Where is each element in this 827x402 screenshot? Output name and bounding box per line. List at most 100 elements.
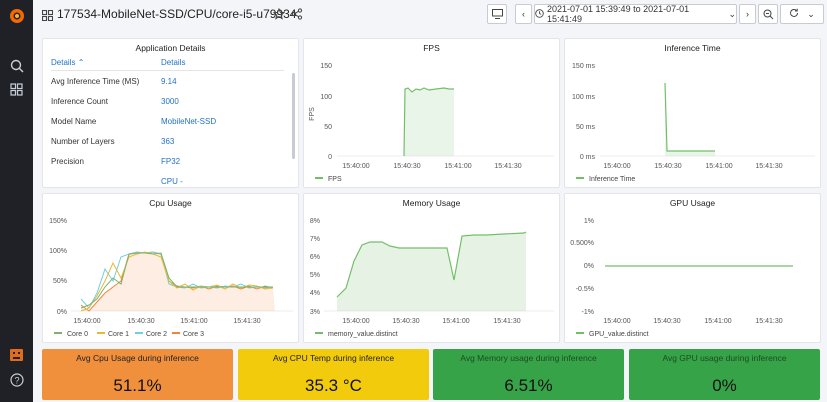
- legend-label: Core 3: [183, 331, 204, 338]
- x-tick-label: 15:40:30: [392, 318, 419, 325]
- y-tick-label: 1%: [584, 218, 594, 225]
- column-header-sortable[interactable]: Details ⌃: [51, 58, 84, 67]
- y-tick-label: 0: [328, 154, 332, 161]
- x-tick-label: 15:40:00: [603, 163, 630, 170]
- stat-title: Avg Memory usage during inference: [460, 353, 597, 363]
- cpu-chart: 150% 100% 50% 0% 15:40:00 15:40:30 15:41…: [49, 218, 293, 338]
- x-tick-label: 15:41:00: [704, 318, 731, 325]
- y-tick-label: 4%: [310, 290, 320, 297]
- y-tick-label: 5%: [310, 272, 320, 279]
- stat-avg-memory-usage: Avg Memory usage during inference 6.51%: [433, 349, 624, 400]
- stat-title: Avg GPU usage during inference: [662, 353, 787, 363]
- refresh-icon: [789, 8, 799, 20]
- x-tick-label: 15:40:30: [653, 318, 680, 325]
- x-tick-label: 15:40:30: [127, 318, 154, 325]
- chevron-down-icon: ⌄: [728, 8, 736, 19]
- x-tick-label: 15:41:00: [180, 318, 207, 325]
- search-icon[interactable]: [7, 56, 26, 75]
- zoom-out-button[interactable]: [758, 4, 778, 24]
- y-tick-label: 50 ms: [576, 124, 596, 131]
- y-tick-label: 0%: [57, 309, 67, 316]
- stat-value: 51.1%: [113, 376, 162, 395]
- stat-value: 35.3 °C: [305, 376, 362, 395]
- refresh-button[interactable]: ⌄: [780, 4, 824, 24]
- grafana-logo-icon[interactable]: [7, 6, 26, 25]
- scrollbar[interactable]: [292, 73, 295, 159]
- cpu-usage-panel: Cpu Usage 150% 100% 50% 0% 15:40:00 15:4…: [42, 193, 299, 343]
- legend-label: Core 0: [67, 331, 88, 338]
- refresh-dropdown-icon[interactable]: ⌄: [807, 9, 815, 20]
- legend-swatch: [172, 332, 180, 334]
- chevron-left-icon: ‹: [522, 9, 525, 19]
- table-row: CPU -: [161, 177, 183, 186]
- x-tick-label: 15:40:00: [342, 318, 369, 325]
- sidebar: ?: [0, 0, 33, 402]
- star-icon[interactable]: [272, 7, 286, 25]
- inference-series: [664, 82, 715, 156]
- fps-chart: FPS 150 100 50 0 15:40:00 15:40:30 15:41…: [309, 63, 554, 183]
- legend-label: Core 2: [146, 331, 167, 338]
- tv-mode-button[interactable]: [487, 4, 507, 24]
- legend-swatch: [97, 332, 105, 334]
- x-tick-label: 15:41:30: [233, 318, 260, 325]
- panel-title: Application Details: [135, 43, 206, 53]
- time-forward-button[interactable]: ›: [739, 4, 756, 24]
- y-tick-label: 150%: [49, 218, 67, 225]
- stat-avg-cpu-temp: Avg CPU Temp during inference 35.3 °C: [238, 349, 429, 400]
- legend-swatch: [315, 332, 323, 334]
- details-table-header: Details ⌃ Details: [51, 55, 284, 71]
- stat-title: Avg Cpu Usage during inference: [76, 353, 199, 363]
- y-tick-label: -1%: [582, 309, 594, 316]
- stat-avg-gpu-usage: Avg GPU usage during inference 0%: [629, 349, 820, 400]
- column-header[interactable]: Details: [161, 58, 185, 67]
- stat-value: 0%: [712, 376, 737, 395]
- share-icon[interactable]: [291, 7, 303, 25]
- legend-label: FPS: [328, 176, 342, 183]
- table-row: Model Name MobileNet-SSD: [51, 117, 217, 126]
- chevron-right-icon: ›: [746, 9, 749, 19]
- inference-chart: 150 ms 100 ms 50 ms 0 ms 15:40:00 15:40:…: [572, 63, 815, 183]
- help-icon[interactable]: ?: [7, 370, 26, 389]
- legend-swatch: [576, 177, 584, 179]
- x-tick-label: 15:41:30: [494, 163, 521, 170]
- y-tick-label: 100%: [49, 248, 67, 255]
- time-range-text: 2021-07-01 15:39:49 to 2021-07-01 15:41:…: [547, 4, 690, 24]
- x-tick-label: 15:40:00: [603, 318, 630, 325]
- time-back-button[interactable]: ‹: [515, 4, 532, 24]
- stat-avg-cpu-usage: Avg Cpu Usage during inference 51.1%: [42, 349, 233, 400]
- x-tick-label: 15:40:00: [73, 318, 100, 325]
- legend-swatch: [54, 332, 62, 334]
- x-tick-label: 15:41:30: [755, 318, 782, 325]
- y-tick-label: 0 ms: [580, 154, 596, 161]
- gpu-chart: 1% 0.500% 0% -0.5% -1% 15:40:00 15:40:30…: [570, 218, 793, 338]
- svg-text:?: ?: [14, 375, 19, 385]
- dashboard-title[interactable]: 177534-MobileNet-SSD/CPU/core-i5-u79934: [57, 7, 296, 21]
- x-tick-label: 15:41:30: [493, 318, 520, 325]
- y-tick-label: 50%: [53, 278, 67, 285]
- y-tick-label: -0.5%: [576, 286, 594, 293]
- fps-series: [403, 87, 454, 157]
- y-tick-label: 3%: [310, 309, 320, 316]
- x-tick-label: 15:41:00: [705, 163, 732, 170]
- x-tick-label: 15:40:30: [393, 163, 420, 170]
- y-tick-label: 7%: [310, 236, 320, 243]
- clock-icon: [535, 8, 544, 20]
- x-tick-label: 15:40:00: [342, 163, 369, 170]
- legend-label: Inference Time: [589, 176, 635, 183]
- user-avatar-icon[interactable]: [7, 345, 26, 364]
- memory-series: [336, 231, 527, 311]
- y-tick-label: 100: [320, 94, 332, 101]
- y-tick-label: 0%: [584, 263, 594, 270]
- legend-swatch: [315, 177, 323, 179]
- x-tick-label: 15:41:30: [755, 163, 782, 170]
- inference-time-panel: Inference Time 150 ms 100 ms 50 ms 0 ms …: [564, 38, 821, 188]
- y-tick-label: 8%: [310, 218, 320, 225]
- legend-label: Core 1: [108, 331, 129, 338]
- table-row: Avg Inference Time (MS) 9.14: [51, 77, 177, 86]
- y-tick-label: 100 ms: [572, 94, 595, 101]
- dashboard-grid-icon[interactable]: [41, 8, 54, 26]
- gpu-usage-panel: GPU Usage 1% 0.500% 0% -0.5% -1% 15:40:0…: [564, 193, 821, 343]
- y-tick-label: 50: [324, 124, 332, 131]
- dashboards-icon[interactable]: [7, 80, 26, 99]
- time-range-picker[interactable]: 2021-07-01 15:39:49 to 2021-07-01 15:41:…: [534, 4, 737, 24]
